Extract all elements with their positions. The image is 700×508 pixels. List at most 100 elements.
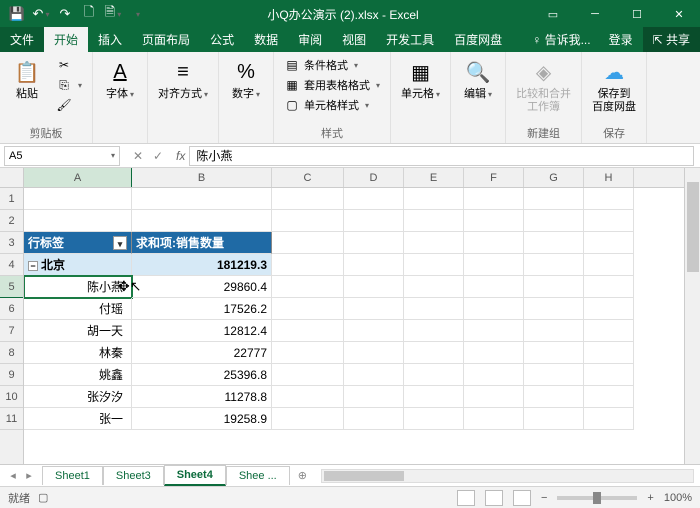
horizontal-scrollbar[interactable]	[321, 469, 694, 483]
sheet-nav-first-icon[interactable]: ◂	[6, 469, 20, 482]
row-header[interactable]: 8	[0, 342, 23, 364]
cell[interactable]	[584, 320, 634, 342]
cell[interactable]	[404, 386, 464, 408]
save-icon[interactable]: 💾	[6, 3, 28, 25]
redo-icon[interactable]: ↷	[54, 3, 76, 25]
cell[interactable]	[464, 342, 524, 364]
pivot-item-cell[interactable]: 林秦	[24, 342, 132, 364]
cell[interactable]	[584, 298, 634, 320]
pivot-item-cell[interactable]: 胡一天	[24, 320, 132, 342]
cell[interactable]	[464, 364, 524, 386]
cell[interactable]	[404, 276, 464, 298]
vertical-scroll-thumb[interactable]	[687, 182, 699, 272]
cell[interactable]	[404, 364, 464, 386]
pivot-item-cell[interactable]: 付瑶	[24, 298, 132, 320]
font-button[interactable]: A字体▾	[99, 56, 141, 103]
cells-button[interactable]: ▦单元格▾	[397, 56, 444, 103]
row-header[interactable]: 3	[0, 232, 23, 254]
cell-styles-button[interactable]: ▢单元格样式▾	[280, 96, 384, 114]
collapse-icon[interactable]: −	[28, 261, 38, 271]
cell[interactable]	[24, 210, 132, 232]
accept-formula-icon[interactable]: ✓	[150, 149, 166, 163]
cell[interactable]	[524, 364, 584, 386]
pivot-group-cell[interactable]: −北京	[24, 254, 132, 276]
cell[interactable]	[584, 408, 634, 430]
cell[interactable]	[272, 386, 344, 408]
cell[interactable]	[272, 408, 344, 430]
cell[interactable]	[584, 386, 634, 408]
paste-button[interactable]: 📋 粘贴	[6, 56, 48, 103]
cut-button[interactable]: ✂	[52, 56, 86, 74]
cell[interactable]	[524, 386, 584, 408]
cell[interactable]	[272, 320, 344, 342]
cell[interactable]	[584, 188, 634, 210]
tab-dev[interactable]: 开发工具	[376, 27, 444, 52]
select-all-corner[interactable]	[0, 168, 23, 188]
cell[interactable]	[272, 188, 344, 210]
row-header[interactable]: 11	[0, 408, 23, 430]
col-header[interactable]: C	[272, 168, 344, 187]
fx-icon[interactable]: fx	[172, 149, 189, 163]
pivot-item-cell[interactable]: 张汐汐	[24, 386, 132, 408]
pivot-item-cell[interactable]: 张一	[24, 408, 132, 430]
minimize-icon[interactable]: ─	[574, 0, 616, 28]
pivot-value-cell[interactable]: 25396.8	[132, 364, 272, 386]
name-box[interactable]: A5▾	[4, 146, 120, 166]
pivot-value-header[interactable]: 求和项:销售数量	[132, 232, 272, 254]
add-sheet-button[interactable]: ⊕	[290, 466, 315, 485]
selected-cell[interactable]: 陈小燕	[24, 276, 132, 298]
cell[interactable]	[524, 320, 584, 342]
pivot-value-cell[interactable]: 19258.9	[132, 408, 272, 430]
align-button[interactable]: ≡对齐方式▾	[154, 56, 212, 103]
cell[interactable]	[524, 232, 584, 254]
cell[interactable]	[132, 188, 272, 210]
tab-view[interactable]: 视图	[332, 27, 376, 52]
row-header[interactable]: 4	[0, 254, 23, 276]
ribbon-options-icon[interactable]: ▭	[532, 0, 574, 28]
save-cloud-button[interactable]: ☁保存到 百度网盘	[588, 56, 640, 116]
cell[interactable]	[584, 364, 634, 386]
row-header[interactable]: 7	[0, 320, 23, 342]
cell[interactable]	[524, 210, 584, 232]
table-format-button[interactable]: ▦套用表格格式▾	[280, 76, 384, 94]
tab-baidu[interactable]: 百度网盘	[444, 27, 512, 52]
sheet-tab[interactable]: Sheet1	[42, 466, 103, 485]
cell[interactable]	[464, 232, 524, 254]
cell[interactable]	[272, 210, 344, 232]
col-header[interactable]: H	[584, 168, 634, 187]
cell[interactable]	[344, 232, 404, 254]
tell-me[interactable]: ♀ 告诉我...	[524, 27, 598, 52]
sheet-tab-active[interactable]: Sheet4	[164, 465, 226, 486]
sheet-nav-last-icon[interactable]: ▸	[22, 469, 36, 482]
cell[interactable]	[584, 342, 634, 364]
cell[interactable]	[344, 320, 404, 342]
signin-link[interactable]: 登录	[601, 27, 641, 52]
row-header[interactable]: 2	[0, 210, 23, 232]
cell[interactable]	[344, 386, 404, 408]
cell[interactable]	[344, 210, 404, 232]
conditional-format-button[interactable]: ▤条件格式▾	[280, 56, 384, 74]
pivot-value-cell[interactable]: 22777	[132, 342, 272, 364]
tab-insert[interactable]: 插入	[88, 27, 132, 52]
row-header[interactable]: 10	[0, 386, 23, 408]
pivot-row-header[interactable]: 行标签▾	[24, 232, 132, 254]
cell[interactable]	[524, 188, 584, 210]
cell[interactable]	[272, 232, 344, 254]
pivot-value-cell[interactable]: 11278.8	[132, 386, 272, 408]
cell[interactable]	[584, 232, 634, 254]
row-header[interactable]: 6	[0, 298, 23, 320]
cell[interactable]	[404, 210, 464, 232]
cell[interactable]	[404, 232, 464, 254]
cell[interactable]	[464, 320, 524, 342]
view-break-icon[interactable]	[513, 490, 531, 506]
cell[interactable]	[524, 408, 584, 430]
vertical-scrollbar[interactable]	[684, 168, 700, 464]
cell[interactable]	[524, 276, 584, 298]
cell[interactable]	[524, 254, 584, 276]
cell[interactable]	[464, 386, 524, 408]
format-painter-button[interactable]: 🖌	[52, 96, 86, 114]
cell[interactable]	[344, 408, 404, 430]
tab-review[interactable]: 审阅	[288, 27, 332, 52]
cell[interactable]	[404, 342, 464, 364]
cell[interactable]	[272, 254, 344, 276]
